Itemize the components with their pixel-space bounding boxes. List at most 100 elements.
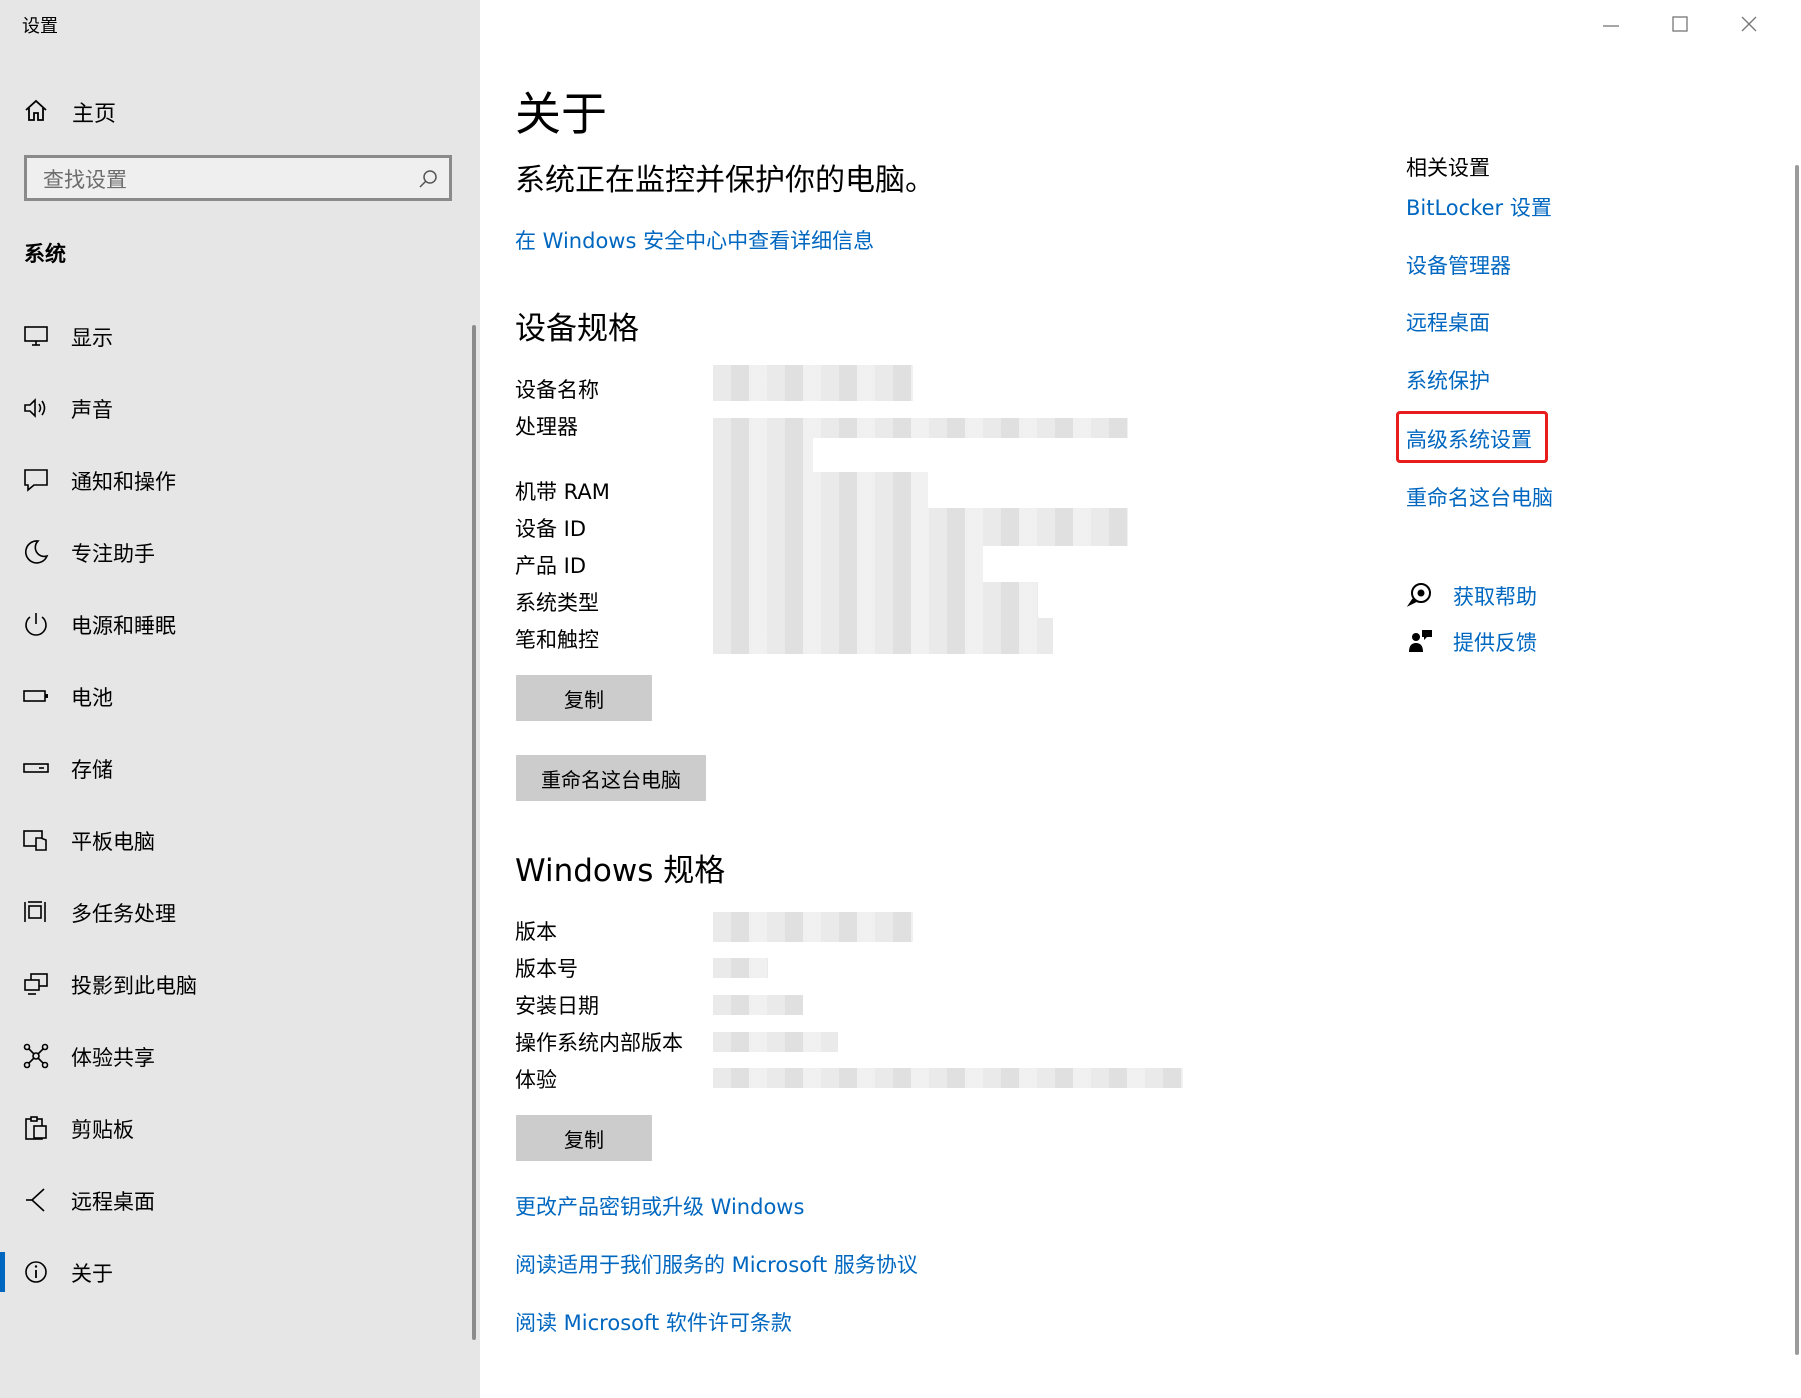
- info-icon: [25, 1261, 47, 1283]
- bitlocker-settings-link[interactable]: BitLocker 设置: [1406, 192, 1552, 222]
- window-controls: [1581, 0, 1801, 50]
- sidebar-item-label: 剪贴板: [71, 1118, 134, 1142]
- redacted-value: [713, 1032, 838, 1052]
- sidebar-item-power-sleep[interactable]: 电源和睡眠: [0, 588, 470, 660]
- search-input[interactable]: [41, 164, 405, 196]
- sidebar-item-clipboard[interactable]: 剪贴板: [0, 1092, 470, 1164]
- battery-icon: [23, 690, 48, 702]
- sidebar-item-multitasking[interactable]: 多任务处理: [0, 876, 470, 948]
- sidebar-item-label: 多任务处理: [71, 902, 176, 926]
- sidebar-item-label: 关于: [71, 1262, 113, 1286]
- redacted-value: [713, 1068, 1183, 1088]
- redacted-value: [713, 995, 803, 1015]
- copy-device-specs-button[interactable]: 复制: [516, 675, 652, 721]
- remote-desktop-link[interactable]: 远程桌面: [1406, 307, 1490, 337]
- system-protection-link[interactable]: 系统保护: [1406, 365, 1490, 395]
- home-icon: [25, 99, 47, 121]
- redacted-value: [713, 418, 1128, 438]
- spec-label: 系统类型: [515, 591, 599, 615]
- spec-label: 设备名称: [515, 378, 599, 402]
- give-feedback-row[interactable]: 提供反馈: [1406, 625, 1706, 659]
- spec-label: 版本: [515, 920, 557, 944]
- sidebar-scrollbar[interactable]: [472, 325, 476, 1340]
- project-icon: [24, 973, 48, 995]
- get-help-row[interactable]: 获取帮助: [1406, 579, 1706, 613]
- windows-specs-heading: Windows 规格: [515, 853, 726, 889]
- main-scrollbar[interactable]: [1795, 165, 1799, 1355]
- sidebar-item-project-to-pc[interactable]: 投影到此电脑: [0, 948, 470, 1020]
- redacted-value: [713, 472, 928, 508]
- spec-label: 处理器: [515, 415, 578, 439]
- storage-icon: [23, 763, 49, 773]
- service-agreement-link[interactable]: 阅读适用于我们服务的 Microsoft 服务协议: [515, 1249, 918, 1279]
- chat-help-icon: [1406, 583, 1431, 607]
- give-feedback-link[interactable]: 提供反馈: [1453, 627, 1537, 657]
- redacted-value: [713, 546, 983, 582]
- advanced-system-settings-link[interactable]: 高级系统设置: [1406, 424, 1532, 454]
- minimize-icon[interactable]: [1599, 12, 1623, 36]
- redacted-value: [713, 582, 1038, 618]
- tablet-icon: [23, 830, 47, 851]
- maximize-icon[interactable]: [1668, 12, 1692, 36]
- sidebar-item-label: 通知和操作: [71, 470, 176, 494]
- speaker-icon: [24, 398, 46, 418]
- get-help-link[interactable]: 获取帮助: [1453, 581, 1537, 611]
- sidebar-item-remote-desktop[interactable]: 远程桌面: [0, 1164, 470, 1236]
- redacted-value: [713, 912, 913, 942]
- spec-label: 产品 ID: [515, 554, 587, 578]
- sidebar-item-label: 专注助手: [71, 542, 155, 566]
- rename-pc-button[interactable]: 重命名这台电脑: [516, 755, 706, 801]
- sidebar-item-focus-assist[interactable]: 专注助手: [0, 516, 470, 588]
- spec-label: 设备 ID: [515, 517, 587, 541]
- monitor-icon: [24, 326, 48, 346]
- search-icon[interactable]: [417, 168, 439, 190]
- sidebar-item-storage[interactable]: 存储: [0, 732, 470, 804]
- close-icon[interactable]: [1737, 12, 1761, 36]
- sidebar-item-sound[interactable]: 声音: [0, 372, 470, 444]
- spec-label: 机带 RAM: [515, 480, 610, 504]
- sidebar-item-tablet[interactable]: 平板电脑: [0, 804, 470, 876]
- redacted-value: [713, 508, 1128, 546]
- sidebar-item-shared-experiences[interactable]: 体验共享: [0, 1020, 470, 1092]
- multitask-icon: [24, 901, 46, 922]
- security-center-link[interactable]: 在 Windows 安全中心中查看详细信息: [515, 225, 874, 255]
- device-manager-link[interactable]: 设备管理器: [1406, 250, 1511, 280]
- sidebar-home[interactable]: 主页: [0, 88, 480, 134]
- sidebar-item-notifications[interactable]: 通知和操作: [0, 444, 470, 516]
- spec-label: 版本号: [515, 957, 578, 981]
- share-icon: [23, 1043, 49, 1069]
- license-terms-link[interactable]: 阅读 Microsoft 软件许可条款: [515, 1307, 792, 1337]
- sidebar-home-label: 主页: [72, 102, 117, 127]
- spec-label: 操作系统内部版本: [515, 1031, 683, 1055]
- sidebar-item-label: 投影到此电脑: [71, 974, 197, 998]
- page-title: 关于: [515, 87, 607, 141]
- sidebar-item-label: 电池: [71, 686, 113, 710]
- sidebar-item-label: 显示: [71, 326, 113, 350]
- sidebar-item-about[interactable]: 关于: [0, 1236, 470, 1308]
- redacted-value: [713, 365, 913, 401]
- change-product-key-link[interactable]: 更改产品密钥或升级 Windows: [515, 1191, 804, 1221]
- device-specs-heading: 设备规格: [515, 311, 639, 347]
- spec-label: 笔和触控: [515, 628, 599, 652]
- sidebar-item-label: 存储: [71, 758, 113, 782]
- sidebar-nav: 显示 声音 通知和操作 专注助手 电源和睡眠 电池 存储 平板电脑 多任务处理 …: [0, 300, 470, 1308]
- rename-this-pc-link[interactable]: 重命名这台电脑: [1406, 482, 1553, 512]
- sidebar-item-label: 体验共享: [71, 1046, 155, 1070]
- copy-windows-specs-button[interactable]: 复制: [516, 1115, 652, 1161]
- main-content: 关于 系统正在监控并保护你的电脑。 在 Windows 安全中心中查看详细信息 …: [480, 0, 1801, 1398]
- spec-label: 体验: [515, 1068, 557, 1092]
- redacted-value: [713, 618, 1053, 654]
- redacted-value: [713, 438, 813, 472]
- sidebar-item-battery[interactable]: 电池: [0, 660, 470, 732]
- sidebar-section-title: 系统: [24, 242, 66, 266]
- sidebar-item-display[interactable]: 显示: [0, 300, 470, 372]
- feedback-icon: [1409, 630, 1432, 652]
- sidebar-item-label: 电源和睡眠: [71, 614, 176, 638]
- app-title: 设置: [22, 16, 58, 37]
- search-box[interactable]: [24, 155, 452, 201]
- sidebar-item-label: 声音: [71, 398, 113, 422]
- spec-label: 安装日期: [515, 994, 599, 1018]
- active-indicator: [0, 1252, 5, 1292]
- sidebar-item-label: 远程桌面: [71, 1190, 155, 1214]
- redacted-value: [713, 958, 768, 978]
